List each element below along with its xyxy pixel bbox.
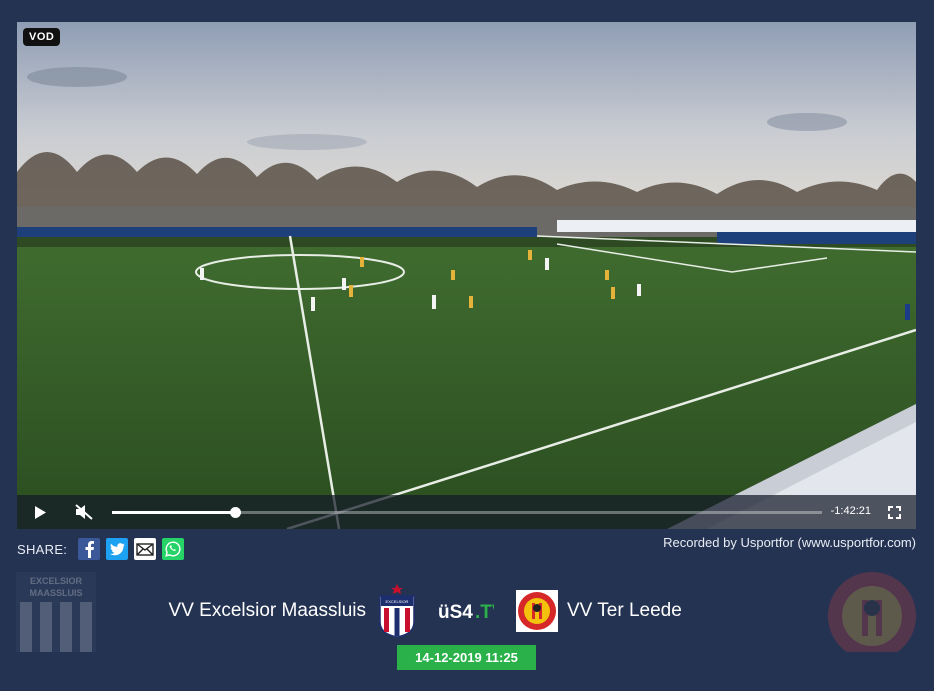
video-frame [17,22,916,529]
home-team-name: VV Excelsior Maassluis [168,600,366,621]
away-team-crest [516,590,558,632]
play-button[interactable] [20,495,60,529]
home-team-watermark: EXCELSIOR MAASSLUIS [16,572,96,652]
share-label: SHARE: [17,541,68,557]
whatsapp-share-button[interactable] [162,538,185,560]
progress-fill [112,511,235,514]
whatsapp-icon [165,541,181,557]
progress-handle[interactable] [229,507,241,518]
us4tv-logo: üS4 .TV [438,602,494,623]
speaker-muted-icon [75,504,93,520]
facebook-share-button[interactable] [78,538,101,560]
email-share-button[interactable] [134,538,157,560]
play-icon [35,505,46,519]
video-player[interactable]: VOD -1:42:21 [17,22,916,529]
recorded-by-text: Recorded by Usportfor (www.usportfor.com… [663,535,916,550]
time-remaining: -1:42:21 [830,505,871,517]
svg-text:.TV: .TV [475,602,494,623]
facebook-icon [85,541,95,558]
svg-text:EXCELSIOR: EXCELSIOR [30,576,83,586]
fullscreen-icon [887,505,901,519]
svg-text:üS4: üS4 [438,602,473,623]
email-icon [136,542,154,556]
match-info: EXCELSIOR MAASSLUIS VV Excelsior Maasslu… [0,572,934,652]
home-team-crest: EXCELSIOR [379,584,415,638]
player-controls: -1:42:21 [17,495,916,529]
vod-badge: VOD [23,28,61,46]
away-team-watermark [828,572,916,652]
away-team-name: VV Ter Leede [567,600,682,621]
twitter-share-button[interactable] [106,538,129,560]
twitter-icon [109,542,125,555]
mute-button[interactable] [64,495,104,529]
fullscreen-button[interactable] [874,495,914,529]
share-bar: SHARE: [17,537,190,561]
progress-bar[interactable] [112,507,822,518]
svg-text:MAASSLUIS: MAASSLUIS [29,588,82,598]
svg-text:EXCELSIOR: EXCELSIOR [386,599,409,604]
match-datetime-badge: 14-12-2019 11:25 [397,645,536,670]
